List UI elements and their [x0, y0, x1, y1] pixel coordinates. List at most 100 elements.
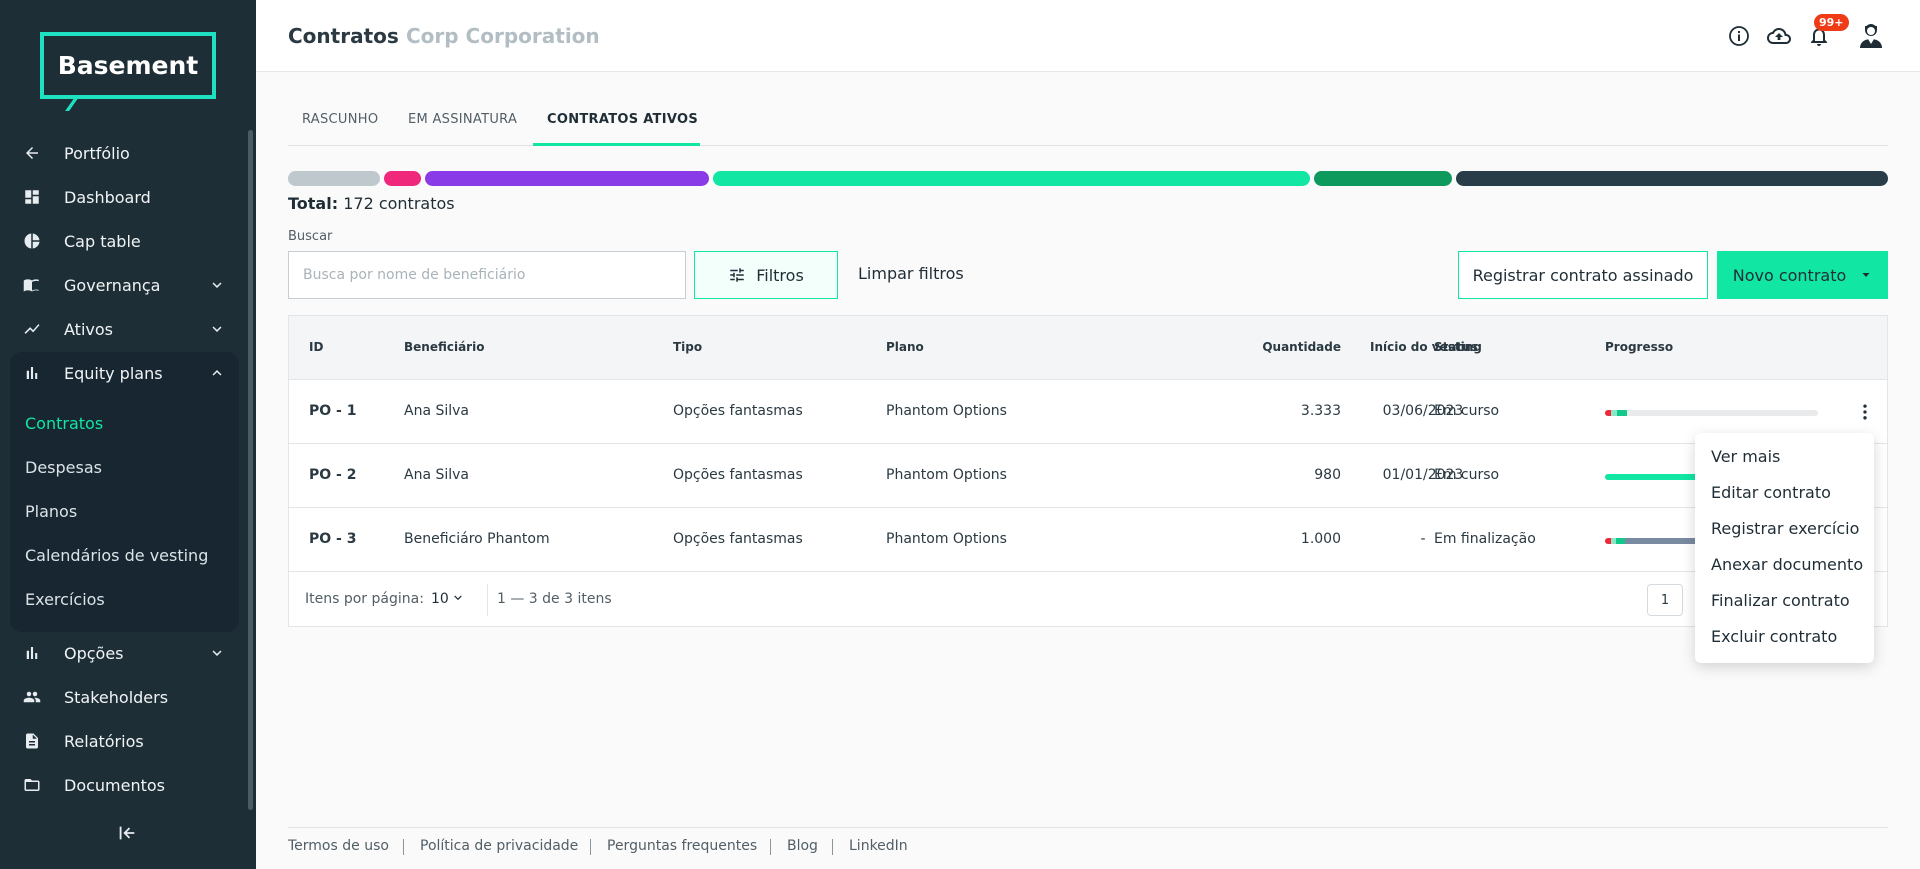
register-signed-contract-button[interactable]: Registrar contrato assinado	[1458, 251, 1708, 299]
status-segment-pink[interactable]	[384, 171, 421, 186]
arrow-left-icon	[22, 143, 42, 163]
sidebar: Basement Portfólio Dashboard Cap table G…	[0, 0, 256, 869]
sidebar-item-equity-plans[interactable]: Equity plans	[0, 351, 246, 395]
contracts-table: ID Beneficiário Tipo Plano Quantidade In…	[288, 315, 1888, 627]
user-avatar-icon[interactable]	[1856, 20, 1886, 50]
bar-chart-icon	[22, 643, 42, 663]
row-actions-menu: Ver mais Editar contrato Registrar exerc…	[1695, 433, 1874, 663]
sidebar-subitem-exercicios[interactable]: Exercícios	[25, 590, 105, 609]
new-contract-label: Novo contrato	[1732, 265, 1847, 285]
sidebar-item-label: Relatórios	[64, 731, 144, 751]
notification-badge: 99+	[1814, 14, 1849, 31]
footer-link-faq[interactable]: Perguntas frequentes	[607, 838, 757, 854]
sidebar-scrollbar[interactable]	[248, 130, 253, 810]
cell-quantity: 980	[1314, 467, 1341, 483]
sidebar-item-ativos[interactable]: Ativos	[0, 307, 246, 351]
sidebar-item-label: Documentos	[64, 775, 166, 795]
sidebar-subitem-calendarios[interactable]: Calendários de vesting	[25, 546, 208, 565]
menu-item-finalizar-contrato[interactable]: Finalizar contrato	[1711, 591, 1850, 610]
cell-id: PO - 2	[309, 467, 357, 483]
active-tab-indicator	[533, 143, 700, 146]
more-vert-icon[interactable]	[1855, 402, 1875, 422]
footer-link-privacy[interactable]: Política de privacidade	[420, 838, 578, 854]
cloud-upload-icon[interactable]	[1767, 24, 1791, 48]
items-per-page-select[interactable]: 10	[431, 591, 463, 607]
register-button-label: Registrar contrato assinado	[1472, 265, 1694, 285]
caret-down-icon	[1862, 273, 1870, 277]
tab-em-assinatura[interactable]: EM ASSINATURA	[408, 112, 517, 127]
column-header-status[interactable]: Status	[1434, 340, 1478, 354]
chevron-up-icon	[212, 370, 222, 376]
column-header-type[interactable]: Tipo	[673, 340, 702, 354]
total-value: 172 contratos	[343, 194, 455, 213]
status-segment-navy[interactable]	[1456, 171, 1888, 186]
logo-tail-decoration	[65, 97, 89, 111]
cell-quantity: 1.000	[1300, 531, 1341, 547]
collapse-sidebar-icon[interactable]	[116, 822, 138, 844]
sidebar-item-relatorios[interactable]: Relatórios	[0, 719, 246, 763]
row-progress-bar	[1605, 410, 1818, 416]
sidebar-item-governanca[interactable]: Governança	[0, 263, 246, 307]
company-name[interactable]: Corp Corporation	[406, 24, 600, 48]
menu-item-editar-contrato[interactable]: Editar contrato	[1711, 483, 1831, 502]
status-segment-dark-green[interactable]	[1314, 171, 1452, 186]
basement-logo[interactable]: Basement	[40, 32, 216, 99]
sidebar-item-documentos[interactable]: Documentos	[0, 763, 246, 807]
status-segment-draft[interactable]	[288, 171, 380, 186]
pagination-range: 1 — 3 de 3 itens	[497, 591, 612, 607]
cell-plan: Phantom Options	[886, 467, 1007, 483]
sidebar-item-dashboard[interactable]: Dashboard	[0, 175, 246, 219]
table-row[interactable]: PO - 1 Ana Silva Opções fantasmas Phanto…	[289, 380, 1887, 444]
sidebar-item-label: Stakeholders	[64, 687, 169, 707]
menu-item-registrar-exercicio[interactable]: Registrar exercício	[1711, 519, 1859, 538]
cell-quantity: 3.333	[1300, 403, 1341, 419]
folder-icon	[22, 775, 42, 795]
cell-status: Em curso	[1434, 403, 1500, 419]
cell-type: Opções fantasmas	[673, 403, 803, 419]
filter-sliders-icon	[730, 268, 744, 282]
search-input[interactable]	[288, 251, 686, 299]
footer-link-terms[interactable]: Termos de uso	[288, 838, 389, 854]
items-per-page-label: Itens por página:	[305, 591, 424, 607]
tab-rascunho[interactable]: RASCUNHO	[302, 112, 378, 127]
column-header-beneficiary[interactable]: Beneficiário	[404, 340, 484, 354]
sidebar-subitem-planos[interactable]: Planos	[25, 502, 77, 521]
sidebar-item-label: Equity plans	[64, 363, 163, 383]
contract-tabs: RASCUNHO EM ASSINATURA CONTRATOS ATIVOS	[288, 100, 1888, 146]
table-row[interactable]: PO - 3 Beneficiáro Phantom Opções fantas…	[289, 508, 1887, 572]
dashboard-icon	[22, 187, 42, 207]
cell-beneficiary: Beneficiáro Phantom	[404, 531, 550, 547]
total-label: Total:	[288, 194, 339, 213]
table-row[interactable]: PO - 2 Ana Silva Opções fantasmas Phanto…	[289, 444, 1887, 508]
footer-link-blog[interactable]: Blog	[787, 838, 818, 854]
tab-contratos-ativos[interactable]: CONTRATOS ATIVOS	[547, 112, 698, 127]
sidebar-item-opcoes[interactable]: Opções	[0, 631, 246, 675]
sidebar-item-label: Cap table	[64, 231, 141, 251]
footer-separator	[403, 839, 404, 855]
book-icon	[22, 275, 42, 295]
footer-link-linkedin[interactable]: LinkedIn	[849, 838, 908, 854]
sidebar-subitem-despesas[interactable]: Despesas	[25, 458, 102, 477]
new-contract-button[interactable]: Novo contrato	[1717, 251, 1888, 299]
column-header-progress: Progresso	[1605, 340, 1674, 354]
sidebar-subitem-contratos[interactable]: Contratos	[25, 414, 103, 433]
top-header: Contratos Corp Corporation 99+	[256, 0, 1920, 72]
page-number-select[interactable]: 1	[1647, 584, 1683, 616]
menu-item-excluir-contrato[interactable]: Excluir contrato	[1711, 627, 1837, 646]
sidebar-item-cap-table[interactable]: Cap table	[0, 219, 246, 263]
sidebar-item-stakeholders[interactable]: Stakeholders	[0, 675, 246, 719]
filter-button[interactable]: Filtros	[694, 251, 838, 299]
sidebar-item-portfolio[interactable]: Portfólio	[0, 131, 246, 175]
status-segment-green[interactable]	[713, 171, 1310, 186]
column-header-quantity[interactable]: Quantidade	[1195, 340, 1341, 354]
cell-id: PO - 3	[309, 531, 357, 547]
column-header-id[interactable]: ID	[309, 340, 323, 354]
menu-item-anexar-documento[interactable]: Anexar documento	[1711, 555, 1863, 574]
clear-filters-button[interactable]: Limpar filtros	[858, 264, 964, 283]
trend-icon	[22, 319, 42, 339]
search-label: Buscar	[288, 229, 333, 244]
info-icon[interactable]	[1727, 24, 1751, 48]
status-segment-purple[interactable]	[425, 171, 709, 186]
column-header-plan[interactable]: Plano	[886, 340, 924, 354]
menu-item-ver-mais[interactable]: Ver mais	[1711, 447, 1780, 466]
